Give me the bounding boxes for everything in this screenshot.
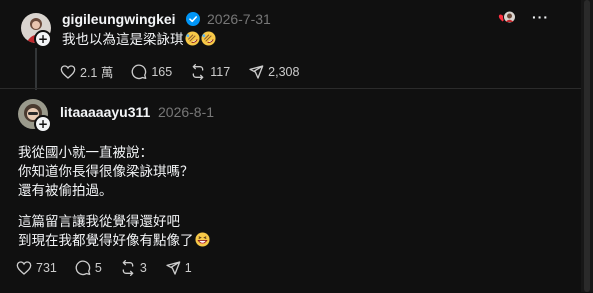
like-count: 731: [36, 261, 57, 275]
repost-icon: [122, 260, 134, 276]
thread-line: [35, 48, 37, 90]
scrollbar-track[interactable]: [581, 0, 593, 292]
like-button[interactable]: 731: [16, 260, 57, 276]
heart-icon: [16, 261, 32, 275]
post-litaaaaayu311: + litaaaaayu311 2026-8-1 我從國小就一直被說： 你知道你…: [0, 88, 581, 293]
share-icon: [249, 64, 264, 79]
follow-plus-icon[interactable]: +: [34, 30, 52, 48]
repost-count: 117: [210, 64, 231, 79]
post-text-line: 這篇留言讓我從覺得還好吧: [18, 214, 180, 229]
repost-count: 3: [139, 261, 147, 275]
post-text-line: 你知道你長得很像梁詠琪嗎？: [18, 164, 194, 179]
comment-count: 165: [151, 64, 173, 79]
rolling-on-floor-laughing-emoji: [184, 31, 200, 46]
comment-count: 5: [94, 261, 102, 275]
repost-icon: [192, 63, 204, 80]
comment-icon: [75, 260, 91, 276]
timestamp[interactable]: 2026-8-1: [158, 104, 214, 120]
share-icon: [166, 261, 181, 275]
comment-icon: [132, 64, 147, 79]
share-count: 2,308: [268, 64, 300, 79]
share-count: 1: [184, 261, 192, 275]
timestamp[interactable]: 2026-7-31: [207, 11, 271, 27]
post-text-line: 到現在我都覺得好像有點像了: [18, 233, 194, 248]
repost-button[interactable]: 117: [190, 63, 231, 80]
heart-icon: [60, 64, 76, 79]
post-text-line: 我也以為這是梁詠琪: [62, 32, 184, 47]
more-options-icon[interactable]: ···: [532, 9, 549, 25]
like-button[interactable]: 2.1 萬: [60, 62, 113, 81]
post-gigileungwingkei: + gigileungwingkei 2026-7-31 ··· 我也以為這是梁…: [0, 0, 581, 90]
repost-button[interactable]: 3: [120, 260, 147, 276]
grinning-squinting-emoji: [194, 232, 210, 247]
username[interactable]: litaaaaayu311: [60, 104, 150, 120]
post-body: 我也以為這是梁詠琪: [62, 30, 216, 49]
like-count: 2.1 萬: [80, 66, 114, 80]
scrollbar-thumb[interactable]: [584, 0, 590, 292]
rolling-on-floor-laughing-emoji: [200, 31, 216, 46]
post-actions: 731 5 3 1: [16, 260, 210, 276]
share-button[interactable]: 2,308: [248, 64, 299, 80]
share-button[interactable]: 1: [165, 260, 192, 276]
verified-badge-icon: [186, 12, 200, 26]
comment-button[interactable]: 5: [75, 260, 102, 276]
post-actions: 2.1 萬 165 117 2,308: [60, 62, 317, 81]
follow-plus-icon[interactable]: +: [34, 115, 52, 133]
post-text-line: 還有被偷拍過。: [18, 183, 113, 198]
liked-by-author-icon: [497, 9, 517, 27]
username[interactable]: gigileungwingkei: [62, 11, 176, 27]
comment-button[interactable]: 165: [131, 64, 172, 80]
post-body: 我從國小就一直被說： 你知道你長得很像梁詠琪嗎？ 還有被偷拍過。 這篇留言讓我從…: [18, 143, 210, 250]
post-text-line: 我從國小就一直被說：: [18, 145, 153, 160]
post-text-spacer: [18, 200, 210, 212]
